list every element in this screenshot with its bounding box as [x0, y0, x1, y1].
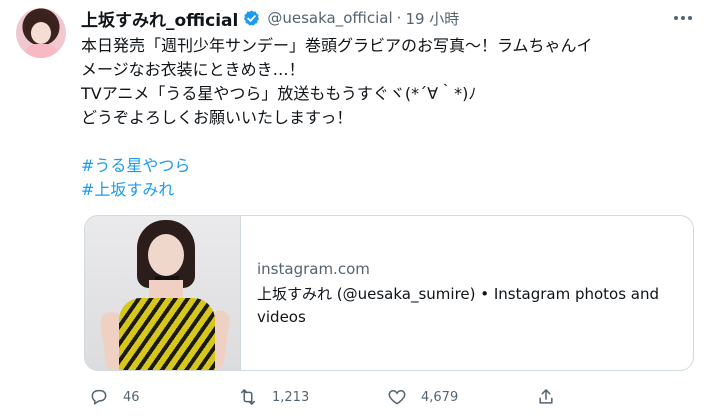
- tweet-header: 上坂すみれ_official @uesaka_official · 19 小時: [81, 6, 459, 31]
- tweet-text-line: メージなお衣装にときめき…！: [81, 60, 305, 79]
- tweet-text-line: TVアニメ「うる星やつら」放送ももうすぐヾ(*´∀｀*)ﾉ: [81, 84, 477, 103]
- verified-badge-icon: [244, 9, 260, 26]
- like-button[interactable]: 4,679: [387, 385, 458, 409]
- photo-choker: [155, 276, 179, 280]
- card-title: 上坂すみれ (@uesaka_sumire) • Instagram photo…: [257, 284, 660, 326]
- card-image: [85, 216, 241, 370]
- more-dot-2: [681, 16, 685, 20]
- like-count: 4,679: [421, 389, 459, 405]
- action-bar: 46 1,213 4,679: [81, 385, 701, 409]
- avatar-body: [24, 44, 58, 58]
- photo-tiger-outfit: [119, 298, 215, 370]
- tweet-text: 本日発売「週刊少年サンデー」巻頭グラビアのお写真〜！ラムちゃんイ メージなお衣装…: [81, 34, 696, 130]
- card-domain: instagram.com: [257, 259, 370, 278]
- retweet-button[interactable]: 1,213: [238, 385, 309, 409]
- tweet-text-line: どうぞよろしくお願いいたしますっ！: [81, 108, 353, 127]
- avatar-face: [31, 22, 51, 44]
- tweet-text-line: 本日発売「週刊少年サンデー」巻頭グラビアのお写真〜！ラムちゃんイ: [81, 36, 593, 55]
- more-dot-1: [674, 16, 678, 20]
- reply-icon: [91, 389, 107, 405]
- share-button[interactable]: [536, 385, 556, 409]
- author-name[interactable]: 上坂すみれ_official: [81, 6, 238, 31]
- author-handle[interactable]: @uesaka_official: [267, 9, 392, 27]
- hashtag-link[interactable]: #うる星やつら: [81, 154, 190, 178]
- hashtags: #うる星やつら #上坂すみれ: [81, 154, 190, 202]
- reply-count: 46: [123, 389, 140, 405]
- link-card[interactable]: instagram.com 上坂すみれ (@uesaka_sumire) • I…: [84, 215, 694, 371]
- heart-icon: [388, 389, 406, 405]
- more-dot-3: [688, 16, 692, 20]
- share-icon: [539, 389, 553, 404]
- retweet-count: 1,213: [272, 389, 310, 405]
- hashtag-link[interactable]: #上坂すみれ: [81, 178, 190, 202]
- author-avatar[interactable]: [16, 8, 66, 58]
- card-body: instagram.com 上坂すみれ (@uesaka_sumire) • I…: [241, 216, 693, 370]
- reply-button[interactable]: 46: [89, 385, 140, 409]
- more-dots-icon[interactable]: [670, 9, 696, 27]
- photo-face: [148, 234, 184, 276]
- retweet-icon: [241, 389, 255, 405]
- separator-dot: ·: [396, 9, 402, 27]
- tweet-time[interactable]: 19 小時: [405, 8, 459, 29]
